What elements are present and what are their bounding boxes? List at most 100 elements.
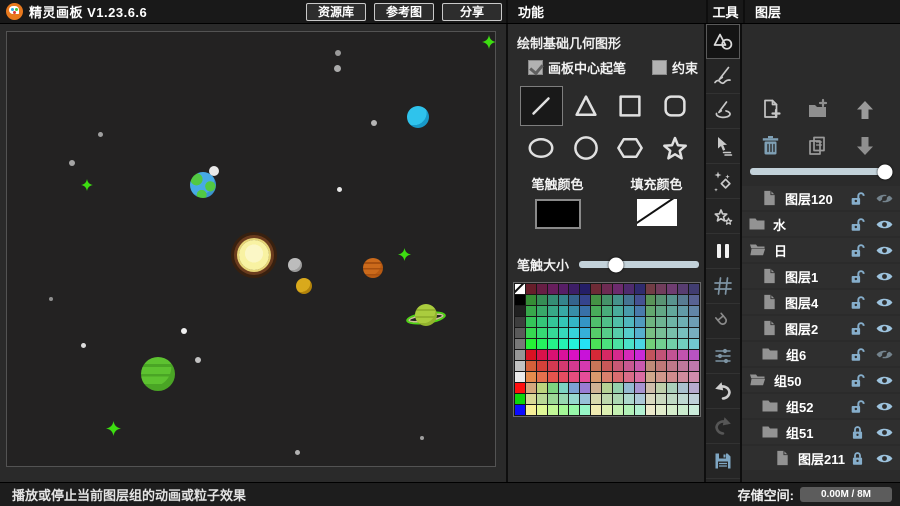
palette-swatch[interactable] [591, 372, 601, 382]
palette-swatch[interactable] [678, 405, 688, 415]
add-group-button[interactable] [804, 96, 832, 124]
center-start-checkbox[interactable]: 画板中心起笔 [528, 58, 626, 77]
palette-swatch[interactable] [526, 394, 536, 404]
palette-swatch[interactable] [559, 361, 569, 371]
palette-swatch[interactable] [678, 295, 688, 305]
palette-swatch[interactable] [602, 295, 612, 305]
duplicate-layer-button[interactable] [804, 132, 832, 160]
palette-swatch[interactable] [526, 350, 536, 360]
palette-swatch[interactable] [515, 328, 525, 338]
palette-swatch[interactable] [602, 317, 612, 327]
palette-swatch[interactable] [580, 328, 590, 338]
magic-wand-tool[interactable] [706, 164, 740, 199]
checkbox-unchecked-icon[interactable] [652, 60, 667, 75]
palette-swatch[interactable] [548, 295, 558, 305]
pencil-rotate-tool[interactable] [706, 94, 740, 129]
palette-swatch[interactable] [591, 317, 601, 327]
palette-swatch[interactable] [689, 295, 699, 305]
palette-swatch[interactable] [656, 317, 666, 327]
palette-swatch[interactable] [591, 328, 601, 338]
palette-swatch[interactable] [667, 328, 677, 338]
palette-swatch[interactable] [548, 405, 558, 415]
palette-swatch[interactable] [646, 405, 656, 415]
fill-color-swatch[interactable] [637, 199, 677, 226]
palette-swatch[interactable] [602, 328, 612, 338]
palette-swatch[interactable] [689, 350, 699, 360]
palette-swatch[interactable] [569, 328, 579, 338]
drawing-canvas[interactable] [6, 31, 496, 467]
palette-swatch[interactable] [580, 394, 590, 404]
palette-swatch[interactable] [667, 383, 677, 393]
palette-swatch[interactable] [569, 361, 579, 371]
palette-swatch[interactable] [591, 339, 601, 349]
palette-swatch[interactable] [678, 306, 688, 316]
palette-swatch[interactable] [667, 394, 677, 404]
palette-swatch[interactable] [624, 317, 634, 327]
palette-swatch[interactable] [667, 317, 677, 327]
eye-icon[interactable] [875, 399, 894, 414]
save-tool[interactable] [706, 444, 740, 479]
lock-open-icon[interactable] [849, 398, 865, 415]
shape-tool[interactable] [706, 24, 740, 59]
palette-swatch[interactable] [548, 284, 558, 294]
layer-row-图层4[interactable]: 图层4 [742, 290, 900, 314]
palette-swatch[interactable] [580, 372, 590, 382]
lock-closed-icon[interactable] [850, 424, 865, 441]
palette-swatch[interactable] [591, 350, 601, 360]
palette-swatch[interactable] [602, 339, 612, 349]
palette-swatch[interactable] [569, 306, 579, 316]
palette-swatch[interactable] [537, 394, 547, 404]
eye-icon[interactable] [875, 373, 894, 388]
palette-swatch[interactable] [526, 328, 536, 338]
palette-swatch[interactable] [526, 295, 536, 305]
stroke-color-swatch[interactable] [535, 199, 581, 229]
palette-swatch[interactable] [548, 306, 558, 316]
brush-tool[interactable] [706, 59, 740, 94]
palette-swatch[interactable] [569, 394, 579, 404]
palette-swatch[interactable] [689, 394, 699, 404]
select-tool[interactable] [706, 129, 740, 164]
palette-swatch[interactable] [580, 317, 590, 327]
palette-swatch[interactable] [678, 339, 688, 349]
palette-swatch[interactable] [624, 383, 634, 393]
palette-swatch[interactable] [678, 361, 688, 371]
palette-swatch[interactable] [537, 372, 547, 382]
palette-swatch[interactable] [537, 306, 547, 316]
palette-swatch[interactable] [656, 350, 666, 360]
layer-row-组6[interactable]: 组6 [742, 342, 900, 366]
layer-row-日[interactable]: 日 [742, 238, 900, 262]
layer-opacity-slider-thumb[interactable] [877, 164, 892, 179]
palette-swatch[interactable] [537, 405, 547, 415]
lock-open-icon[interactable] [849, 346, 865, 363]
palette-swatch[interactable] [689, 405, 699, 415]
palette-swatch[interactable] [635, 372, 645, 382]
palette-swatch[interactable] [613, 328, 623, 338]
palette-swatch[interactable] [591, 284, 601, 294]
palette-swatch[interactable] [526, 361, 536, 371]
palette-swatch[interactable] [548, 350, 558, 360]
palette-swatch[interactable] [515, 339, 525, 349]
palette-swatch[interactable] [526, 339, 536, 349]
palette-swatch[interactable] [580, 405, 590, 415]
palette-swatch[interactable] [667, 405, 677, 415]
palette-swatch[interactable] [548, 394, 558, 404]
palette-swatch[interactable] [635, 328, 645, 338]
palette-swatch[interactable] [667, 372, 677, 382]
palette-swatch[interactable] [537, 339, 547, 349]
palette-swatch[interactable] [515, 372, 525, 382]
palette-swatch[interactable] [635, 284, 645, 294]
palette-swatch[interactable] [667, 284, 677, 294]
palette-swatch[interactable] [624, 339, 634, 349]
ellipse-shape-button[interactable] [520, 128, 563, 168]
palette-swatch[interactable] [515, 405, 525, 415]
palette-swatch[interactable] [635, 405, 645, 415]
palette-swatch[interactable] [559, 328, 569, 338]
palette-swatch[interactable] [591, 361, 601, 371]
palette-swatch[interactable] [656, 284, 666, 294]
eye-icon[interactable] [875, 321, 894, 336]
palette-swatch[interactable] [591, 295, 601, 305]
palette-swatch[interactable] [613, 317, 623, 327]
rounded-square-shape-button[interactable] [654, 86, 697, 126]
palette-swatch[interactable] [678, 328, 688, 338]
adjust-tool[interactable] [706, 339, 740, 374]
